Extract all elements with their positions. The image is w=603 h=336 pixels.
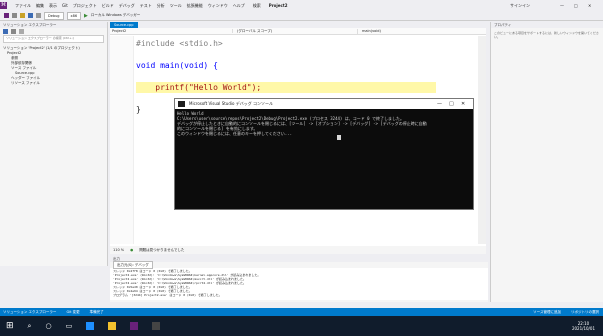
console-taskbar-icon[interactable] <box>152 322 161 330</box>
menu-item[interactable]: ヘルプ <box>233 3 245 9</box>
search-button[interactable]: 検索 <box>253 3 261 9</box>
editor-gutter <box>110 36 134 244</box>
console-minimize[interactable]: — <box>437 101 442 107</box>
undo-icon[interactable] <box>36 13 41 18</box>
zoom-level[interactable]: 110 % <box>113 248 124 252</box>
menu-item[interactable]: ビルド <box>102 3 114 9</box>
tab-source-cpp[interactable]: Source.cpp <box>110 22 138 28</box>
output-text: スレッド 0x4ff8 はコード 0 (0x0) で終了しました。 'Projec… <box>110 268 488 300</box>
status-solution-tab[interactable]: ソリューション エクスプローラー <box>3 310 56 315</box>
properties-pane: プロパティ このビューにある項目をサポートするには、新しいウィンドウを開いてくだ… <box>490 22 603 302</box>
check-icon: ● <box>130 248 134 252</box>
menu-item[interactable]: ファイル <box>15 3 31 9</box>
tree-item[interactable]: リソース ファイル <box>3 81 104 86</box>
vs-logo-icon: ⌘ <box>0 2 7 9</box>
console-cursor <box>337 135 341 140</box>
save-icon[interactable] <box>28 13 33 18</box>
output-pane: 出力 出力元(S): デバッグ スレッド 0x4ff8 はコード 0 (0x0)… <box>110 256 488 302</box>
config-dropdown[interactable]: Debug <box>44 11 64 20</box>
taskbar: ⊞ ⌕ ○ ▭ 22:10 2021/10/01 <box>0 316 603 336</box>
menu-item[interactable]: テスト <box>140 3 152 9</box>
signin-button[interactable]: サインイン <box>510 3 530 9</box>
output-source-dropdown[interactable]: 出力元(S): デバッグ <box>113 261 153 269</box>
menu-item[interactable]: Git <box>62 3 68 9</box>
editor-status: 110 % ● 問題は見つかりませんでした <box>110 246 486 254</box>
console-close[interactable]: ✕ <box>461 101 465 107</box>
console-output: Hello World C:\Users\user\source\repos\Pr… <box>175 109 473 138</box>
console-app-icon <box>178 101 185 107</box>
code-line[interactable]: void main(void) { <box>136 60 436 71</box>
task-view-icon[interactable]: ▭ <box>66 322 73 330</box>
platform-dropdown[interactable]: x86 <box>66 11 82 20</box>
sync-icon[interactable] <box>11 28 16 34</box>
minimize-button[interactable]: — <box>560 3 564 8</box>
editor-scrollbar[interactable] <box>478 36 486 244</box>
console-maximize[interactable]: □ <box>449 101 454 107</box>
code-line[interactable] <box>136 49 436 60</box>
solution-search-input[interactable]: ソリューション エクスプローラー の検索 (Ctrl+;) <box>3 35 104 43</box>
props-message: このビューにある項目をサポートするには、新しいウィンドウを開いてください。 <box>494 31 599 39</box>
windows-start-icon[interactable]: ⊞ <box>6 321 14 331</box>
forward-icon[interactable] <box>12 13 17 18</box>
issues-label: 問題は見つかりませんでした <box>139 247 185 252</box>
clock[interactable]: 22:10 2021/10/01 <box>572 321 603 331</box>
close-button[interactable]: ✕ <box>588 3 591 8</box>
search-icon[interactable]: ⌕ <box>28 322 32 331</box>
title-bar: ⌘ ファイル 編集 表示 Git プロジェクト ビルド デバッグ テスト 分析 ツール 拡張機能 ウィ… <box>0 0 603 11</box>
menu-item[interactable]: ウィンドウ <box>208 3 228 9</box>
explorer-icon[interactable] <box>108 322 117 330</box>
function-scope-dropdown[interactable]: main(void) <box>362 29 381 33</box>
status-bar: ソリューション エクスプローラー Git 変更 準備完了 ソース管理に追加 リポ… <box>0 308 603 316</box>
solution-explorer: ソリューション エクスプローラー ソリューション エクスプローラー の検索 (C… <box>0 22 108 266</box>
console-line: このウィンドウを閉じるには、任意のキーを押してください... <box>177 131 292 136</box>
vs-taskbar-icon[interactable] <box>130 322 139 330</box>
menu-item[interactable]: 編集 <box>36 3 44 9</box>
project-name: Project2 <box>268 3 288 8</box>
solution-toolbar <box>0 28 107 34</box>
menu-item[interactable]: デバッグ <box>119 3 135 9</box>
output-line: プログラム '[3244] Project2.exe' はコード 0 (0x0)… <box>113 293 222 297</box>
menu-bar: ファイル 編集 表示 Git プロジェクト ビルド デバッグ テスト 分析 ツール 拡張機能 ウィンド… <box>11 3 245 9</box>
debug-console-window[interactable]: Microsoft Visual Studio デバッグ コンソール — □ ✕… <box>174 98 474 210</box>
menu-item[interactable]: 拡張機能 <box>187 3 203 9</box>
cortana-icon[interactable]: ○ <box>45 322 51 330</box>
status-repo[interactable]: リポジトリの選択 <box>571 310 603 315</box>
run-icon[interactable]: ▶ <box>84 13 88 19</box>
console-title: Microsoft Visual Studio デバッグ コンソール <box>175 99 473 109</box>
status-git-tab[interactable]: Git 変更 <box>66 310 79 315</box>
scope-bar: Project2 (グローバル スコープ) main(void) <box>110 28 486 35</box>
home-icon[interactable] <box>3 28 8 34</box>
status-ready: 準備完了 <box>89 309 104 314</box>
menu-item[interactable]: プロジェクト <box>73 3 97 9</box>
edge-icon[interactable] <box>86 322 95 330</box>
back-icon[interactable] <box>4 13 9 18</box>
project-scope-dropdown[interactable]: Project2 <box>110 29 233 33</box>
code-line[interactable]: printf("Hello World"); <box>136 82 436 93</box>
menu-item[interactable]: ツール <box>170 3 182 9</box>
menu-item[interactable]: 分析 <box>157 3 165 9</box>
code-line[interactable]: #include <stdio.h> <box>136 38 436 49</box>
toolbar: Debug x86 ▶ ローカル Windows デバッガー <box>0 11 603 21</box>
solution-tree: ソリューション 'Project2' (1/1 のプロジェクト) Project2… <box>0 44 107 88</box>
code-line[interactable] <box>136 71 436 82</box>
collapse-icon[interactable] <box>19 28 24 34</box>
global-scope-dropdown[interactable]: (グローバル スコープ) <box>237 28 358 34</box>
open-icon[interactable] <box>20 13 25 18</box>
run-button[interactable]: ローカル Windows デバッガー <box>91 13 140 18</box>
maximize-button[interactable]: □ <box>574 3 578 8</box>
status-add-source[interactable]: ソース管理に追加 <box>533 310 561 315</box>
menu-item[interactable]: 表示 <box>49 3 57 9</box>
